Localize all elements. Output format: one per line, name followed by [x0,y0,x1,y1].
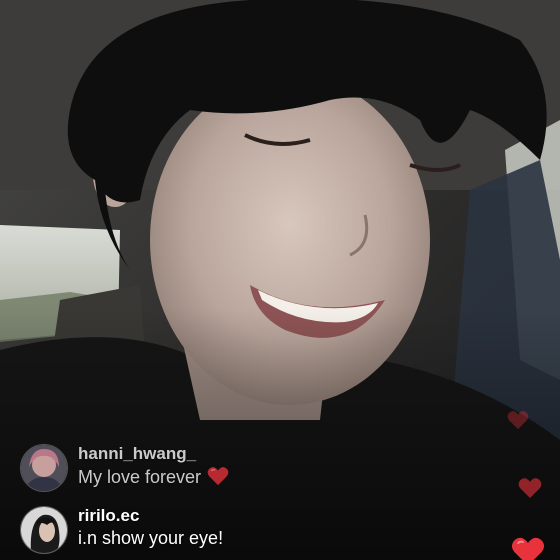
commenter-username[interactable]: ririlo.ec [78,506,139,526]
dark-haired-profile-avatar [21,507,67,553]
commenter-avatar[interactable] [20,444,68,492]
commenter-username[interactable]: hanni_hwang_ [78,444,196,464]
comment-message: i.n show your eye! [78,528,223,549]
live-comment: ririlo.ec i.n show your eye! [20,506,440,560]
comment-message: My love forever [78,466,229,488]
live-comment: hanni_hwang_ My love forever [20,444,440,506]
pink-haired-profile-avatar [21,445,67,491]
live-stream-screen: hanni_hwang_ My love forever ririlo.ec i… [0,0,560,560]
heart-reaction-icon [518,478,542,498]
comment-text: My love forever [78,467,202,487]
heart-reaction-icon [511,537,545,560]
heart-reaction-icon [507,411,529,430]
comment-text: i.n show your eye! [78,528,224,548]
heart-emoji-icon [207,467,229,486]
live-comments-list: hanni_hwang_ My love forever ririlo.ec i… [20,444,440,560]
commenter-avatar[interactable] [20,506,68,554]
